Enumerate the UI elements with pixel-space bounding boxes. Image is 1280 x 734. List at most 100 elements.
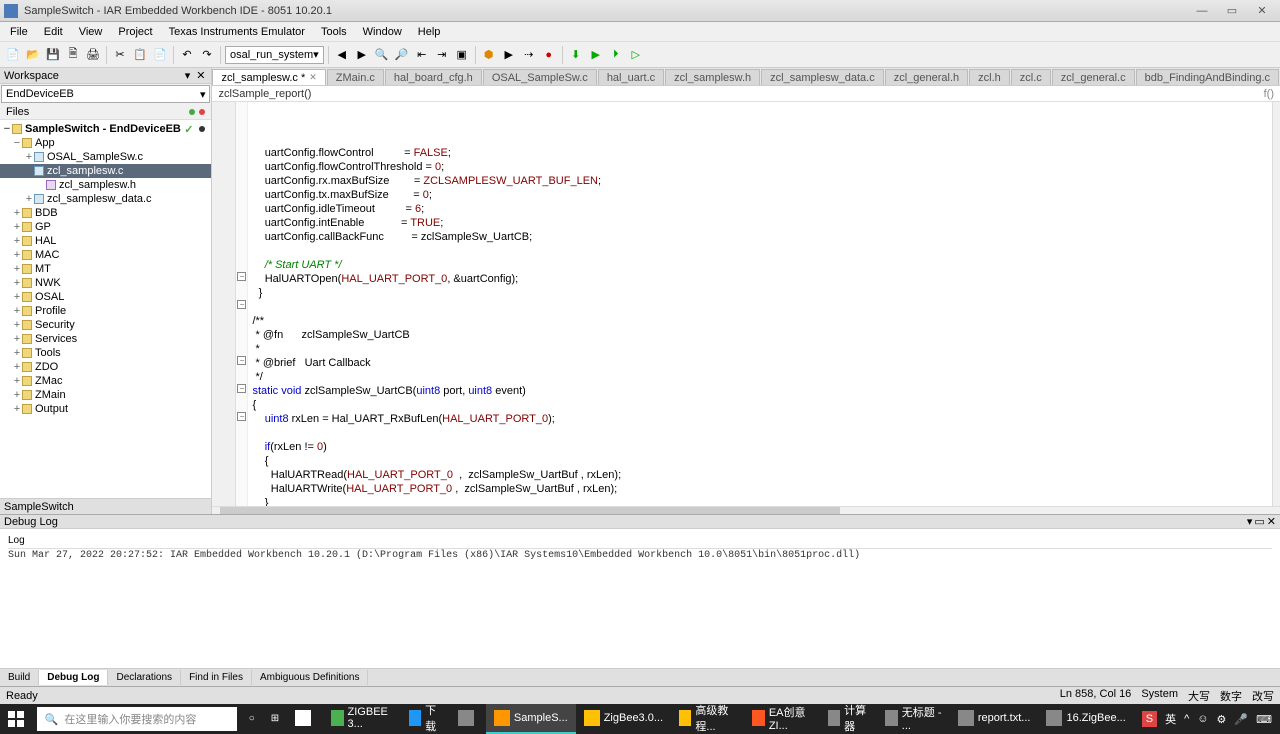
stop-build-icon[interactable]: ▶ (500, 46, 518, 64)
fold-column[interactable]: −−−−−−− (236, 102, 248, 506)
toggle-breakpoint-icon[interactable]: ● (540, 46, 558, 64)
bottom-tab-build[interactable]: Build (0, 670, 39, 685)
code-line[interactable] (252, 426, 1268, 440)
taskbar-app[interactable] (287, 704, 323, 734)
tree-item[interactable]: +NWK (0, 276, 211, 290)
code-line[interactable]: if(rxLen != 0) (252, 440, 1268, 454)
minimize-button[interactable]: — (1188, 2, 1216, 20)
undo-icon[interactable]: ↶ (178, 46, 196, 64)
code-line[interactable]: uartConfig.intEnable = TRUE; (252, 216, 1268, 230)
tree-item[interactable]: +HAL (0, 234, 211, 248)
taskbar-app[interactable] (450, 704, 486, 734)
code-line[interactable]: uint8 rxLen = Hal_UART_RxBufLen(HAL_UART… (252, 412, 1268, 426)
save-all-icon[interactable]: 🗎 (64, 46, 82, 64)
make-icon[interactable]: ⬢ (480, 46, 498, 64)
editor-tab[interactable]: zcl.h (969, 69, 1010, 85)
print-icon[interactable]: 🖨 (84, 46, 102, 64)
panel-min-icon[interactable]: ▭ (1254, 515, 1264, 528)
ime-icon[interactable]: S (1142, 711, 1157, 727)
fold-toggle-icon[interactable]: − (237, 384, 246, 393)
paste-icon[interactable]: 📄 (151, 46, 169, 64)
taskbar-app[interactable]: ZIGBEE 3... (323, 704, 401, 734)
download-icon[interactable]: ⬇ (567, 46, 585, 64)
expander-icon[interactable]: − (24, 165, 34, 177)
file-tree[interactable]: −SampleSwitch - EndDeviceEB✓−App+OSAL_Sa… (0, 120, 211, 498)
tray-settings-icon[interactable]: ⚙ (1217, 713, 1227, 726)
cortana-icon[interactable]: ○ (241, 704, 263, 734)
expander-icon[interactable]: + (12, 291, 22, 303)
expander-icon[interactable]: − (2, 123, 12, 135)
cut-icon[interactable]: ✂ (111, 46, 129, 64)
bookmark-prev-icon[interactable]: ⇤ (413, 46, 431, 64)
editor-tab[interactable]: hal_board_cfg.h (385, 69, 482, 85)
start-button[interactable] (0, 704, 33, 734)
code-line[interactable]: * @brief Uart Callback (252, 356, 1268, 370)
editor-tab[interactable]: hal_uart.c (598, 69, 664, 85)
code-line[interactable]: static void zclSampleSw_UartCB(uint8 por… (252, 384, 1268, 398)
fold-toggle-icon[interactable]: − (237, 300, 246, 309)
expander-icon[interactable]: + (12, 389, 22, 401)
function-nav-icon[interactable]: f() (1264, 88, 1274, 100)
fold-toggle-icon[interactable]: − (237, 412, 246, 421)
expander-icon[interactable]: + (24, 193, 34, 205)
open-file-icon[interactable]: 📂 (24, 46, 42, 64)
menu-view[interactable]: View (71, 24, 111, 40)
nav-fwd-icon[interactable]: ▶ (353, 46, 371, 64)
redo-icon[interactable]: ↷ (198, 46, 216, 64)
code-line[interactable]: * @fn zclSampleSw_UartCB (252, 328, 1268, 342)
save-icon[interactable]: 💾 (44, 46, 62, 64)
taskbar-search[interactable]: 🔍 在这里输入你要搜索的内容 (37, 707, 237, 731)
tree-item[interactable]: +Tools (0, 346, 211, 360)
expander-icon[interactable]: + (12, 333, 22, 345)
tree-item[interactable]: +ZMac (0, 374, 211, 388)
taskbar-app[interactable]: 计算器 (820, 704, 878, 734)
tree-item[interactable]: +Output (0, 402, 211, 416)
expander-icon[interactable]: + (12, 221, 22, 233)
code-line[interactable]: uartConfig.tx.maxBufSize = 0; (252, 188, 1268, 202)
code-content[interactable]: uartConfig.flowControl = FALSE; uartConf… (248, 102, 1272, 506)
tree-item[interactable]: −App (0, 136, 211, 150)
expander-icon[interactable]: + (12, 249, 22, 261)
tray-up-icon[interactable]: ^ (1184, 713, 1189, 725)
vscrollbar[interactable] (1272, 102, 1280, 506)
tree-item[interactable]: +MT (0, 262, 211, 276)
tree-item[interactable]: +GP (0, 220, 211, 234)
bottom-tab-ambiguous-definitions[interactable]: Ambiguous Definitions (252, 670, 369, 685)
new-file-icon[interactable]: 📄 (4, 46, 22, 64)
tree-item[interactable]: +Security (0, 318, 211, 332)
taskbar-app[interactable]: report.txt... (950, 704, 1039, 734)
tree-item[interactable]: +BDB (0, 206, 211, 220)
expander-icon[interactable]: + (12, 347, 22, 359)
editor-tab[interactable]: zcl_general.h (885, 69, 968, 85)
code-line[interactable]: /** (252, 314, 1268, 328)
expander-icon[interactable]: + (12, 263, 22, 275)
debug-no-download-icon[interactable]: ⏵ (607, 46, 625, 64)
code-line[interactable] (252, 244, 1268, 258)
taskbar-app[interactable]: SampleS... (486, 704, 576, 734)
tray-smile-icon[interactable]: ☺ (1197, 713, 1208, 725)
editor-tab[interactable]: zcl_samplesw.c *✕ (212, 69, 325, 85)
menu-edit[interactable]: Edit (36, 24, 71, 40)
bottom-tab-debug-log[interactable]: Debug Log (39, 670, 108, 685)
maximize-button[interactable]: ▭ (1218, 2, 1246, 20)
tree-item[interactable]: zcl_samplesw.h (0, 178, 211, 192)
tree-item[interactable]: +Profile (0, 304, 211, 318)
code-line[interactable]: HalUARTRead(HAL_UART_PORT_0 , zclSampleS… (252, 468, 1268, 482)
compile-icon[interactable]: ⇢ (520, 46, 538, 64)
code-editor[interactable]: −−−−−−− uartConfig.flowControl = FALSE; … (212, 102, 1280, 506)
editor-tab[interactable]: OSAL_SampleSw.c (483, 69, 597, 85)
replace-icon[interactable]: 🔎 (393, 46, 411, 64)
copy-icon[interactable]: 📋 (131, 46, 149, 64)
taskbar-app[interactable]: 高级教程... (671, 704, 744, 734)
menu-texas-instruments-emulator[interactable]: Texas Instruments Emulator (161, 24, 313, 40)
code-line[interactable]: uartConfig.flowControlThreshold = 0; (252, 160, 1268, 174)
system-tray[interactable]: S 英 ^ ☺ ⚙ 🎤 ⌨ (1134, 711, 1280, 727)
tree-item[interactable]: +OSAL_SampleSw.c (0, 150, 211, 164)
lang-indicator[interactable]: 英 (1165, 711, 1176, 727)
code-line[interactable]: } (252, 496, 1268, 506)
code-line[interactable]: { (252, 454, 1268, 468)
bottom-tab-find-in-files[interactable]: Find in Files (181, 670, 252, 685)
expander-icon[interactable]: + (12, 207, 22, 219)
tree-item[interactable]: −SampleSwitch - EndDeviceEB✓ (0, 122, 211, 136)
bookmark-next-icon[interactable]: ⇥ (433, 46, 451, 64)
